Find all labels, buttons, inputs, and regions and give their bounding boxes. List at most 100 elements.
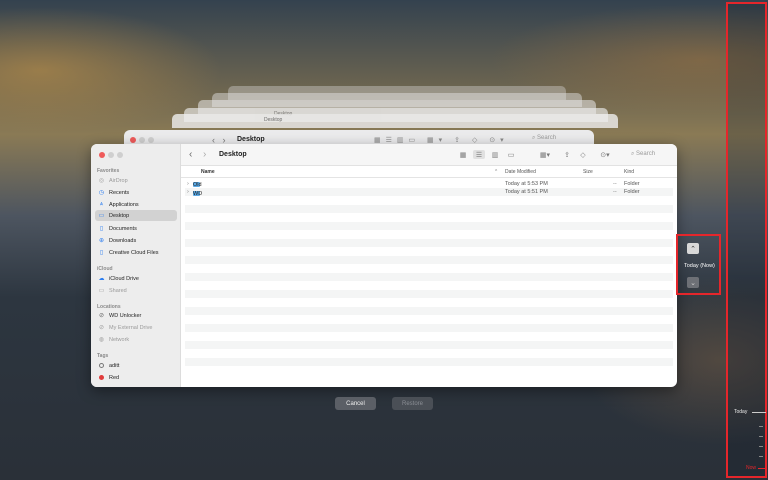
sidebar-item-label: Recents [109, 189, 130, 196]
table-row[interactable]: › WD Today at 5:51 PM -- Folder [185, 187, 673, 197]
file-date: Today at 5:51 PM [505, 189, 548, 195]
empty-row [185, 289, 673, 298]
sidebar-item-wd-unlocker[interactable]: ⊘ WD Unlocker [95, 310, 177, 321]
column-name[interactable]: Name [201, 169, 215, 175]
earlier-button[interactable]: ⌃ [687, 243, 699, 254]
sidebar-item-label: WD Unlocker [109, 312, 142, 319]
sidebar-item-label: iCloud Drive [109, 275, 139, 282]
timeline-tick [759, 436, 763, 437]
ghost-window: Desktop [172, 114, 618, 128]
chevron-down-icon: ⌄ [690, 279, 696, 287]
column-size[interactable]: Size [583, 169, 593, 175]
current-time-label: Today (Now) [684, 263, 715, 269]
search-placeholder: Search [537, 135, 557, 141]
file-size: -- [613, 189, 617, 195]
timeline-now-marker [758, 468, 766, 469]
cancel-button[interactable]: Cancel [335, 397, 376, 410]
action-menu-button[interactable]: ⊙▾ [597, 150, 613, 159]
cloud-icon: ☁ [98, 276, 105, 282]
zoom-icon [148, 137, 154, 143]
restore-button[interactable]: Restore [392, 397, 433, 410]
empty-row [185, 221, 673, 230]
empty-row [185, 204, 673, 213]
forward-button[interactable]: › [203, 149, 206, 160]
tag-icon[interactable]: ◇ [577, 150, 589, 159]
file-date: Today at 5:53 PM [505, 180, 548, 187]
file-list: › Old Desktop Today at 5:53 PM -- Folder… [185, 179, 673, 375]
empty-row [185, 230, 673, 239]
column-view-button[interactable]: ▥ [489, 150, 501, 159]
clock-icon: ◷ [98, 190, 105, 196]
sidebar-item-tag-red[interactable]: Red [95, 372, 177, 383]
share-icon[interactable]: ⇪ [561, 150, 573, 159]
sidebar-item-airdrop[interactable]: ◎ AirDrop [95, 175, 177, 186]
timeline-today-label: Today [734, 409, 748, 415]
empty-row [185, 255, 673, 264]
empty-row [185, 340, 673, 349]
sidebar: Favorites ◎ AirDrop ◷ Recents ⩓ Application… [91, 144, 181, 387]
sidebar-item-label: Documents [109, 225, 137, 232]
empty-row [185, 349, 673, 358]
sidebar-item-external-drive[interactable]: ⊘ My External Drive [95, 322, 177, 333]
list-view-button[interactable]: ☰ [473, 150, 485, 159]
search-field[interactable]: ⌕ Search [631, 151, 655, 158]
disclosure-chevron-icon[interactable]: › [187, 181, 189, 187]
sidebar-item-label: Network [109, 336, 130, 343]
group-button[interactable]: ▦▾ [537, 150, 553, 159]
gallery-view-button[interactable]: ▭ [505, 150, 517, 159]
timeline[interactable]: Today Now [726, 2, 767, 478]
column-header: Name ⌃ Date Modified Size Kind [181, 166, 677, 178]
sidebar-item-label: Creative Cloud Files [109, 249, 159, 256]
column-kind[interactable]: Kind [624, 169, 634, 175]
timeline-tick [759, 446, 763, 447]
empty-row [185, 357, 673, 366]
tag-circle-icon [99, 363, 104, 368]
desktop-icon: ▭ [98, 213, 105, 219]
later-button[interactable]: ⌄ [687, 277, 699, 288]
window-controls [99, 152, 123, 158]
sidebar-item-creative-cloud[interactable]: ▯ Creative Cloud Files [95, 247, 177, 258]
sidebar-item-applications[interactable]: ⩓ Applications [95, 199, 177, 210]
disclosure-chevron-icon[interactable]: › [187, 189, 189, 195]
sidebar-item-downloads[interactable]: ⊕ Downloads [95, 235, 177, 246]
back-button[interactable]: ‹ [189, 149, 192, 160]
close-button[interactable] [99, 152, 105, 158]
table-row[interactable]: › Old Desktop Today at 5:53 PM -- Folder [185, 179, 673, 195]
background-window-title: Desktop [237, 136, 265, 143]
shared-folder-icon: ▭ [98, 288, 105, 294]
sidebar-section-icloud: iCloud [97, 266, 113, 272]
file-kind: Folder [624, 189, 640, 195]
empty-row [185, 281, 673, 290]
column-date-modified[interactable]: Date Modified [505, 169, 536, 175]
timeline-tick [759, 456, 763, 457]
time-navigation: ⌃ Today (Now) ⌄ [676, 234, 721, 295]
file-size: -- [613, 180, 617, 187]
minimize-button[interactable] [108, 152, 114, 158]
zoom-button[interactable] [117, 152, 123, 158]
sidebar-item-label: Desktop [109, 212, 130, 219]
empty-row [185, 264, 673, 273]
timeline-today-marker [752, 412, 766, 413]
ghost-window-title: Desktop [264, 117, 283, 123]
empty-row [185, 298, 673, 307]
empty-row [185, 366, 673, 375]
airdrop-icon: ◎ [98, 178, 105, 184]
sidebar-item-desktop[interactable]: ▭ Desktop [95, 210, 177, 221]
empty-row [185, 272, 673, 281]
sidebar-item-tag-aditt[interactable]: aditt [95, 360, 177, 371]
sidebar-item-documents[interactable]: ▯ Documents [95, 223, 177, 234]
timeline-tick [759, 426, 763, 427]
sidebar-item-label: Shared [109, 287, 127, 294]
download-icon: ⊕ [98, 238, 105, 244]
sidebar-item-recents[interactable]: ◷ Recents [95, 187, 177, 198]
sidebar-item-network[interactable]: ◍ Network [95, 334, 177, 345]
document-icon: ▯ [99, 226, 104, 232]
applications-icon: ⩓ [99, 201, 104, 207]
sidebar-item-icloud-drive[interactable]: ☁ iCloud Drive [95, 273, 177, 284]
search-field: ⌕ Search [532, 135, 557, 141]
icon-view-button[interactable]: ▦ [457, 150, 469, 159]
sidebar-item-shared[interactable]: ▭ Shared [95, 285, 177, 296]
empty-row [185, 196, 673, 205]
close-icon [130, 137, 136, 143]
disk-icon: ⊘ [98, 313, 105, 319]
